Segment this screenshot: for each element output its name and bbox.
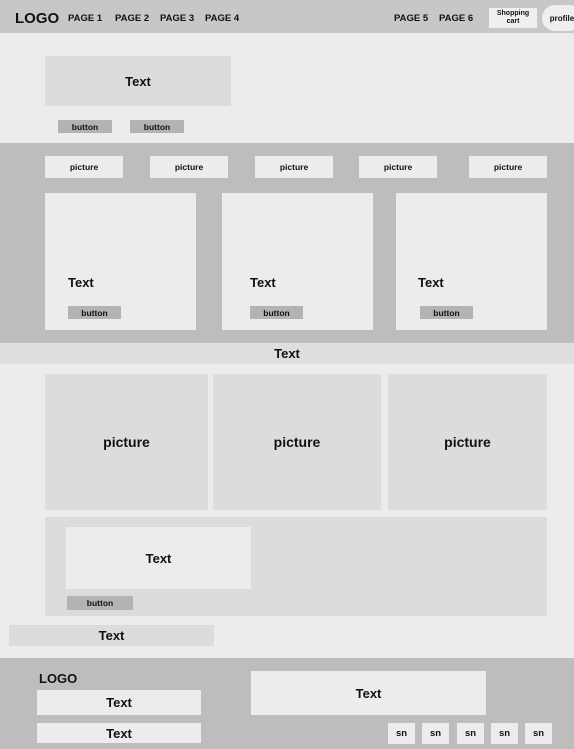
feature-button-label: button: [86, 598, 114, 608]
social-link-2[interactable]: sn: [422, 723, 449, 744]
card-1-button-label: button: [81, 307, 108, 318]
gallery-picture-4: picture: [359, 156, 437, 178]
social-link-4-label: sn: [498, 728, 511, 739]
gallery-section: picture picture picture picture picture …: [0, 143, 574, 343]
social-link-3[interactable]: sn: [457, 723, 484, 744]
hero-button-2-label: button: [143, 121, 171, 132]
gallery-card-2: Text button: [222, 193, 373, 330]
footer-text-2: Text: [106, 725, 132, 741]
nav-page-5[interactable]: PAGE 5: [394, 13, 428, 24]
feature-button[interactable]: button: [67, 596, 133, 610]
footer-text-box-2: Text: [37, 723, 201, 743]
gallery-picture-3-label: picture: [279, 162, 309, 172]
hero-section: Text button button: [0, 33, 574, 143]
social-link-3-label: sn: [464, 728, 477, 739]
social-link-5-label: sn: [532, 728, 545, 739]
feature-section: picture picture picture Text button Text: [0, 364, 574, 658]
hero-text-box: Text: [45, 56, 231, 106]
profile-button[interactable]: profile: [542, 5, 574, 31]
cart-label-line1: Shopping: [496, 10, 530, 17]
gallery-picture-3: picture: [255, 156, 333, 178]
card-3-button-label: button: [433, 307, 460, 318]
card-1-button[interactable]: button: [68, 306, 121, 319]
feature-picture-1: picture: [45, 374, 208, 510]
card-2-button[interactable]: button: [250, 306, 303, 319]
footer-text-box-1: Text: [37, 690, 201, 715]
feature-picture-1-label: picture: [103, 434, 150, 450]
footer-logo[interactable]: LOGO: [39, 671, 77, 686]
feature-text-box: Text: [66, 527, 251, 589]
gallery-picture-4-label: picture: [383, 162, 413, 172]
gallery-picture-2-label: picture: [174, 162, 204, 172]
hero-button-1[interactable]: button: [58, 120, 112, 133]
card-1-text: Text: [68, 275, 94, 290]
nav-page-6[interactable]: PAGE 6: [439, 13, 473, 24]
hero-button-2[interactable]: button: [130, 120, 184, 133]
feature-picture-3: picture: [388, 374, 547, 510]
social-link-4[interactable]: sn: [491, 723, 518, 744]
social-link-5[interactable]: sn: [525, 723, 552, 744]
hero-text: Text: [125, 73, 151, 89]
banner-text: Text: [274, 346, 300, 361]
hero-button-1-label: button: [71, 121, 99, 132]
logo[interactable]: LOGO: [15, 10, 59, 27]
strip-text: Text: [98, 628, 125, 643]
nav-page-1[interactable]: PAGE 1: [68, 13, 102, 24]
feature-picture-2-label: picture: [273, 434, 321, 450]
feature-content-box: Text button: [45, 517, 547, 616]
cart-label-line2: cart: [506, 18, 520, 25]
site-header: LOGO PAGE 1 PAGE 2 PAGE 3 PAGE 4 PAGE 5 …: [0, 0, 574, 33]
footer-text-1: Text: [106, 695, 132, 710]
social-link-2-label: sn: [429, 728, 442, 739]
footer-text-box-center: Text: [251, 671, 486, 715]
gallery-card-1: Text button: [45, 193, 196, 330]
card-3-button[interactable]: button: [420, 306, 473, 319]
feature-text: Text: [145, 550, 172, 566]
social-link-1[interactable]: sn: [388, 723, 415, 744]
feature-picture-2: picture: [213, 374, 381, 510]
nav-page-2[interactable]: PAGE 2: [115, 13, 149, 24]
site-footer: LOGO Text Text Text sn sn sn sn sn: [0, 658, 574, 749]
footer-text-center: Text: [355, 685, 382, 701]
feature-picture-3-label: picture: [444, 434, 491, 450]
shopping-cart-button[interactable]: Shopping cart: [489, 8, 537, 28]
banner: Text: [0, 343, 574, 364]
gallery-picture-5: picture: [469, 156, 547, 178]
card-2-button-label: button: [263, 307, 290, 318]
card-2-text: Text: [250, 275, 276, 290]
nav-page-4[interactable]: PAGE 4: [205, 13, 239, 24]
card-3-text: Text: [418, 275, 444, 290]
gallery-picture-1-label: picture: [69, 162, 99, 172]
strip-text-box: Text: [9, 625, 214, 646]
nav-page-3[interactable]: PAGE 3: [160, 13, 194, 24]
social-link-1-label: sn: [395, 728, 408, 739]
gallery-card-3: Text button: [396, 193, 547, 330]
gallery-picture-5-label: picture: [493, 162, 523, 172]
gallery-picture-2: picture: [150, 156, 228, 178]
profile-label: profile: [549, 13, 574, 23]
gallery-picture-1: picture: [45, 156, 123, 178]
